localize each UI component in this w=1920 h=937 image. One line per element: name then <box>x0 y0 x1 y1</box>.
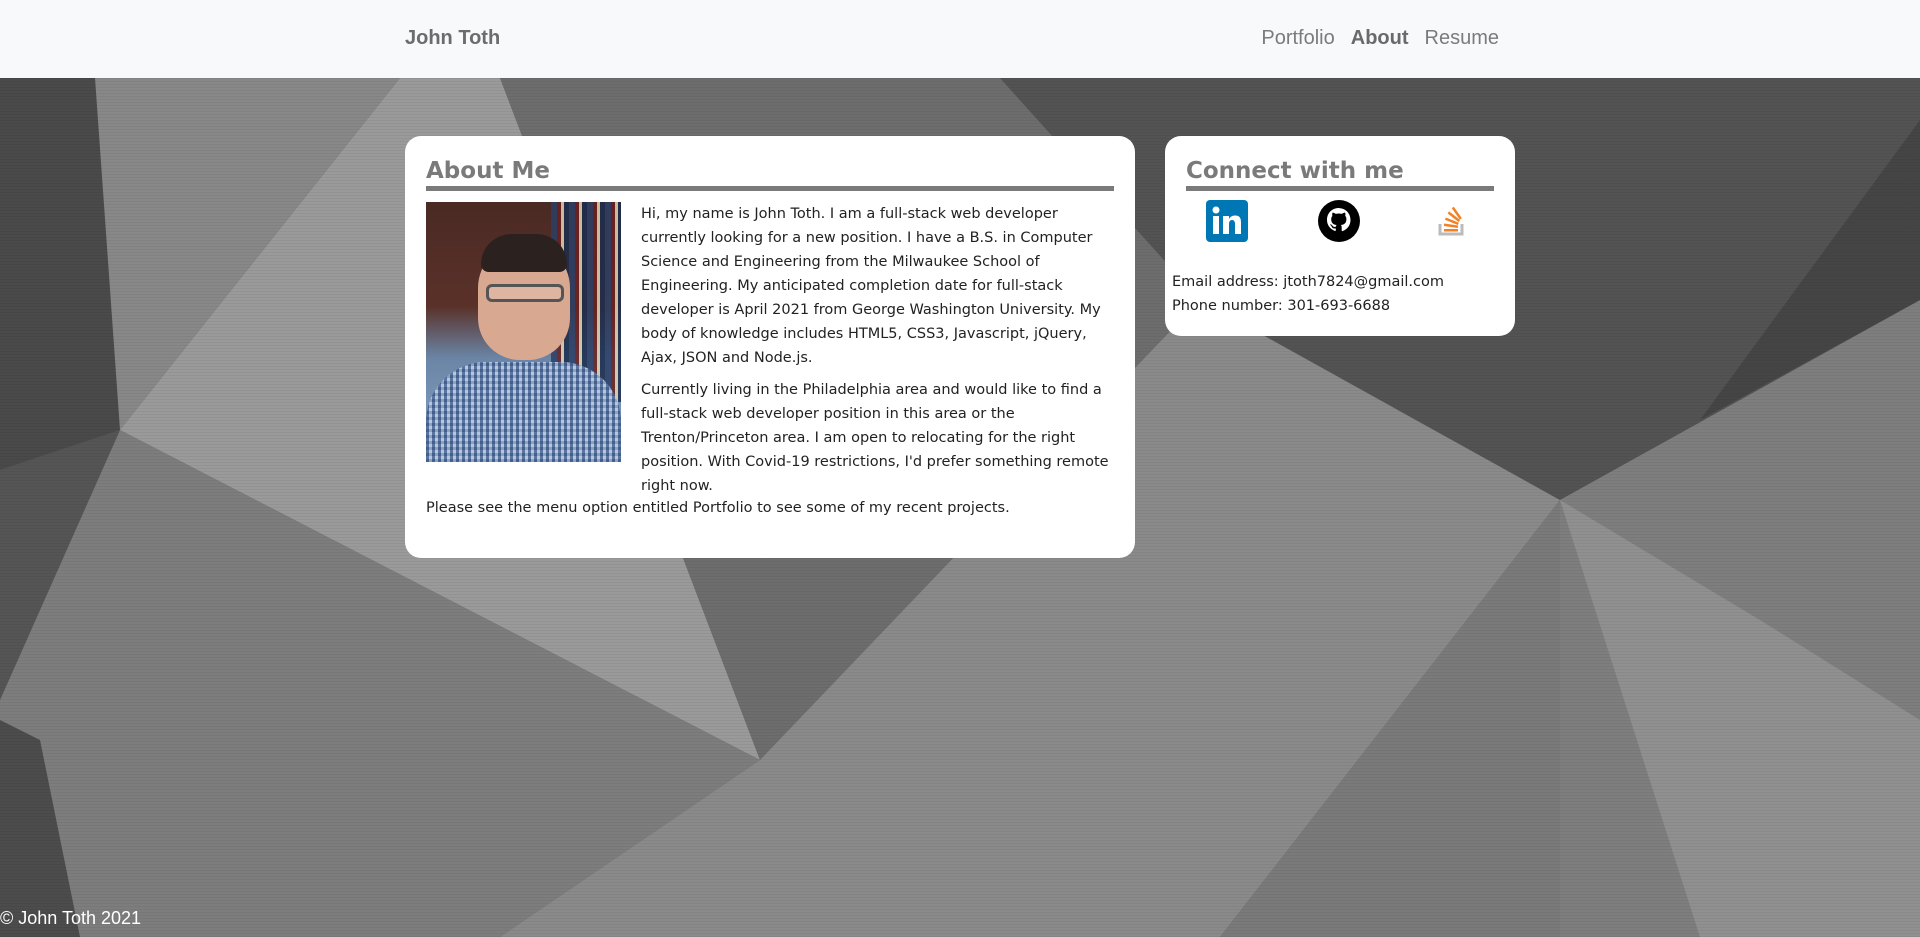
about-card: About Me Hi, my name is John Toth. I am … <box>405 136 1135 558</box>
nav-link-resume[interactable]: Resume <box>1425 27 1499 50</box>
hair <box>481 234 567 272</box>
about-title: About Me <box>426 158 1114 191</box>
glasses <box>486 284 564 302</box>
linkedin-icon[interactable] <box>1206 200 1248 242</box>
email-text: Email address: jtoth7824@gmail.com <box>1172 274 1445 290</box>
portfolio-hint: Please see the menu option entitled Port… <box>426 500 1010 516</box>
social-links <box>1185 200 1495 244</box>
phone-text: Phone number: 301-693-6688 <box>1172 298 1391 314</box>
about-paragraph: Hi, my name is John Toth. I am a full-st… <box>641 206 1101 366</box>
about-text: Hi, my name is John Toth. I am a full-st… <box>641 202 1121 506</box>
shirt <box>426 362 621 462</box>
brand-link[interactable]: John Toth <box>405 27 500 50</box>
connect-title: Connect with me <box>1186 158 1494 191</box>
connect-card: Connect with me Email address: jtoth7824… <box>1165 136 1515 336</box>
github-icon[interactable] <box>1318 200 1360 242</box>
nav-link-about[interactable]: About <box>1351 27 1409 50</box>
nav-link-portfolio[interactable]: Portfolio <box>1261 27 1334 50</box>
contact-info: Email address: jtoth7824@gmail.com Phone… <box>1172 270 1444 318</box>
navbar: John Toth Portfolio About Resume <box>0 0 1920 78</box>
nav-links: Portfolio About Resume <box>1261 27 1499 50</box>
stackoverflow-icon[interactable] <box>1430 200 1472 242</box>
profile-photo <box>426 202 621 462</box>
about-paragraph: Currently living in the Philadelphia are… <box>641 382 1109 494</box>
copyright-footer: © John Toth 2021 <box>0 908 142 928</box>
